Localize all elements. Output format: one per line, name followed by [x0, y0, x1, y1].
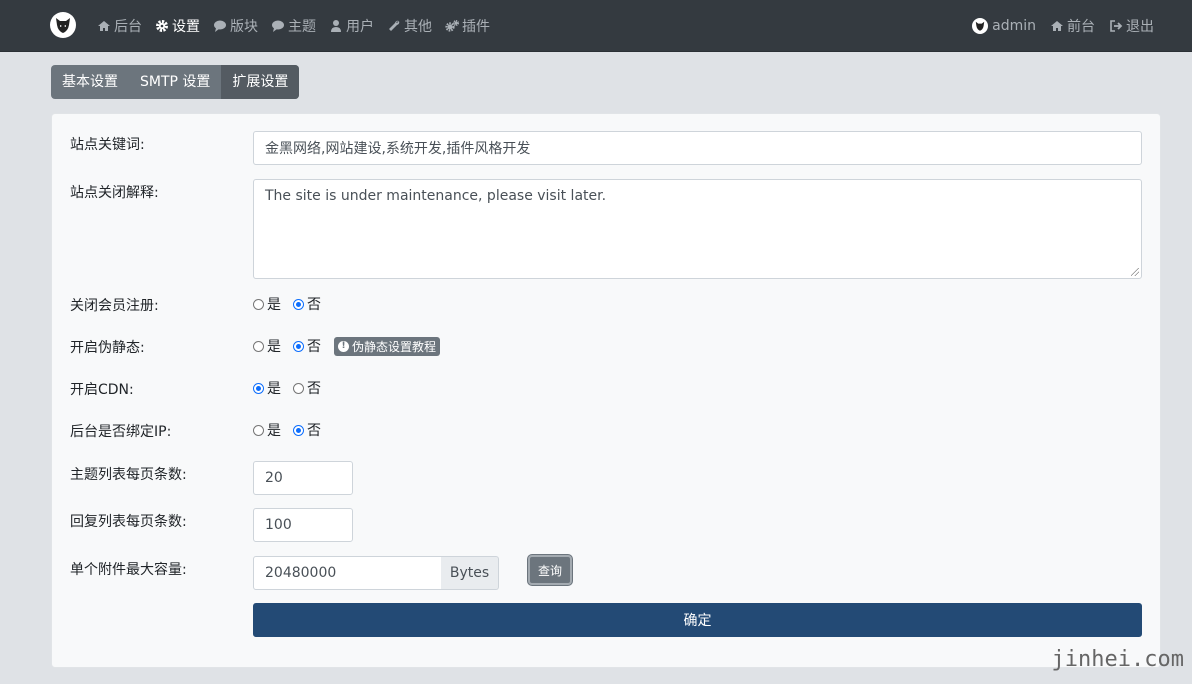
info-icon: !: [338, 340, 349, 352]
radio-unchecked-icon: [253, 298, 264, 310]
bind-ip-no[interactable]: 否: [293, 420, 321, 440]
radio-checked-icon: [293, 424, 304, 436]
comment-icon: [271, 19, 285, 33]
nav-other-label: 其他: [404, 18, 432, 35]
settings-tabs: 基本设置 SMTP 设置 扩展设置: [51, 65, 300, 99]
radio-no-label: 否: [307, 297, 321, 313]
radio-yes-label: 是: [267, 381, 281, 397]
post-pagesize-label: 回复列表每页条数:: [70, 514, 187, 530]
radio-checked-icon: [253, 382, 264, 394]
rewrite-label: 开启伪静态:: [70, 340, 145, 356]
nav-other[interactable]: 其他: [387, 16, 432, 36]
comment-icon: [213, 19, 227, 33]
nav-plugins[interactable]: 插件: [445, 16, 490, 36]
nav-admin-label: admin: [992, 17, 1036, 34]
nav-plugins-label: 插件: [462, 18, 490, 35]
logo-icon[interactable]: [50, 12, 76, 38]
nav-settings[interactable]: 设置: [155, 16, 200, 36]
radio-yes-label: 是: [267, 297, 281, 313]
bytes-unit-addon: Bytes: [441, 556, 499, 590]
attach-max-input[interactable]: 20480000: [253, 556, 442, 590]
nav-settings-label: 设置: [172, 18, 200, 35]
post-pagesize-input[interactable]: 100: [253, 508, 353, 542]
bind-ip-radios: 是 否: [253, 420, 333, 440]
bind-ip-label: 后台是否绑定IP:: [70, 424, 172, 440]
rewrite-radios: 是 否 ! 伪静态设置教程: [253, 336, 441, 356]
radio-no-label: 否: [307, 423, 321, 439]
nav-threads[interactable]: 主题: [271, 16, 316, 36]
close-reason-textarea[interactable]: The site is under maintenance, please vi…: [253, 179, 1142, 279]
cogs-icon: [445, 19, 459, 33]
nav-home[interactable]: 后台: [97, 16, 142, 36]
bind-ip-yes[interactable]: 是: [253, 420, 281, 440]
tab-smtp[interactable]: SMTP 设置: [129, 65, 221, 99]
radio-checked-icon: [293, 298, 304, 310]
nav-admin-user[interactable]: admin: [972, 17, 1036, 34]
close-reason-text: The site is under maintenance, please vi…: [265, 188, 607, 204]
logout-icon: [1109, 19, 1123, 33]
radio-no-label: 否: [307, 381, 321, 397]
radio-no-label: 否: [307, 339, 321, 355]
radio-unchecked-icon: [293, 382, 304, 394]
home-icon: [1050, 19, 1064, 33]
watermark: jinhei.com: [1051, 647, 1184, 672]
nav-forums-label: 版块: [230, 18, 258, 35]
cdn-yes[interactable]: 是: [253, 378, 281, 398]
nav-home-label: 后台: [114, 18, 142, 35]
rewrite-no[interactable]: 否: [293, 336, 321, 356]
close-register-yes[interactable]: 是: [253, 294, 281, 314]
top-navbar: 后台 设置 版块 主题 用户 其他 插件 admin 前台 退出: [0, 0, 1192, 52]
nav-users[interactable]: 用户: [329, 16, 374, 36]
thread-pagesize-input[interactable]: 20: [253, 461, 353, 495]
attach-max-label: 单个附件最大容量:: [70, 562, 187, 578]
cdn-radios: 是 否: [253, 378, 333, 398]
tab-basic[interactable]: 基本设置: [51, 65, 129, 99]
nav-logout[interactable]: 退出: [1109, 16, 1154, 36]
rewrite-tutorial-label: 伪静态设置教程: [352, 339, 437, 354]
cdn-no[interactable]: 否: [293, 378, 321, 398]
radio-yes-label: 是: [267, 423, 281, 439]
nav-users-label: 用户: [346, 18, 374, 35]
radio-unchecked-icon: [253, 340, 264, 352]
query-button[interactable]: 查询: [528, 555, 572, 585]
nav-frontend[interactable]: 前台: [1050, 16, 1095, 36]
close-reason-label: 站点关闭解释:: [70, 185, 159, 201]
thread-pagesize-label: 主题列表每页条数:: [70, 467, 187, 483]
wrench-icon: [387, 19, 401, 33]
nav-frontend-label: 前台: [1067, 18, 1095, 35]
rewrite-yes[interactable]: 是: [253, 336, 281, 356]
nav-threads-label: 主题: [288, 18, 316, 35]
submit-button[interactable]: 确定: [253, 603, 1142, 637]
keywords-input[interactable]: 金黑网络,网站建设,系统开发,插件风格开发: [253, 131, 1142, 165]
close-register-label: 关闭会员注册:: [70, 298, 159, 314]
radio-yes-label: 是: [267, 339, 281, 355]
close-register-no[interactable]: 否: [293, 294, 321, 314]
nav-forums[interactable]: 版块: [213, 16, 258, 36]
radio-checked-icon: [293, 340, 304, 352]
gear-icon: [155, 19, 169, 33]
nav-logout-label: 退出: [1126, 18, 1154, 35]
user-icon: [329, 19, 343, 33]
radio-unchecked-icon: [253, 424, 264, 436]
tab-extended[interactable]: 扩展设置: [221, 65, 300, 99]
settings-form: 站点关键词: 金黑网络,网站建设,系统开发,插件风格开发 站点关闭解释: The…: [51, 113, 1161, 668]
cdn-label: 开启CDN:: [70, 382, 134, 398]
avatar-icon: [972, 17, 989, 34]
resize-grip-icon[interactable]: [1131, 268, 1139, 276]
home-icon: [97, 19, 111, 33]
rewrite-tutorial-link[interactable]: ! 伪静态设置教程: [334, 336, 441, 356]
close-register-radios: 是 否: [253, 294, 333, 314]
keywords-label: 站点关键词:: [70, 137, 145, 153]
